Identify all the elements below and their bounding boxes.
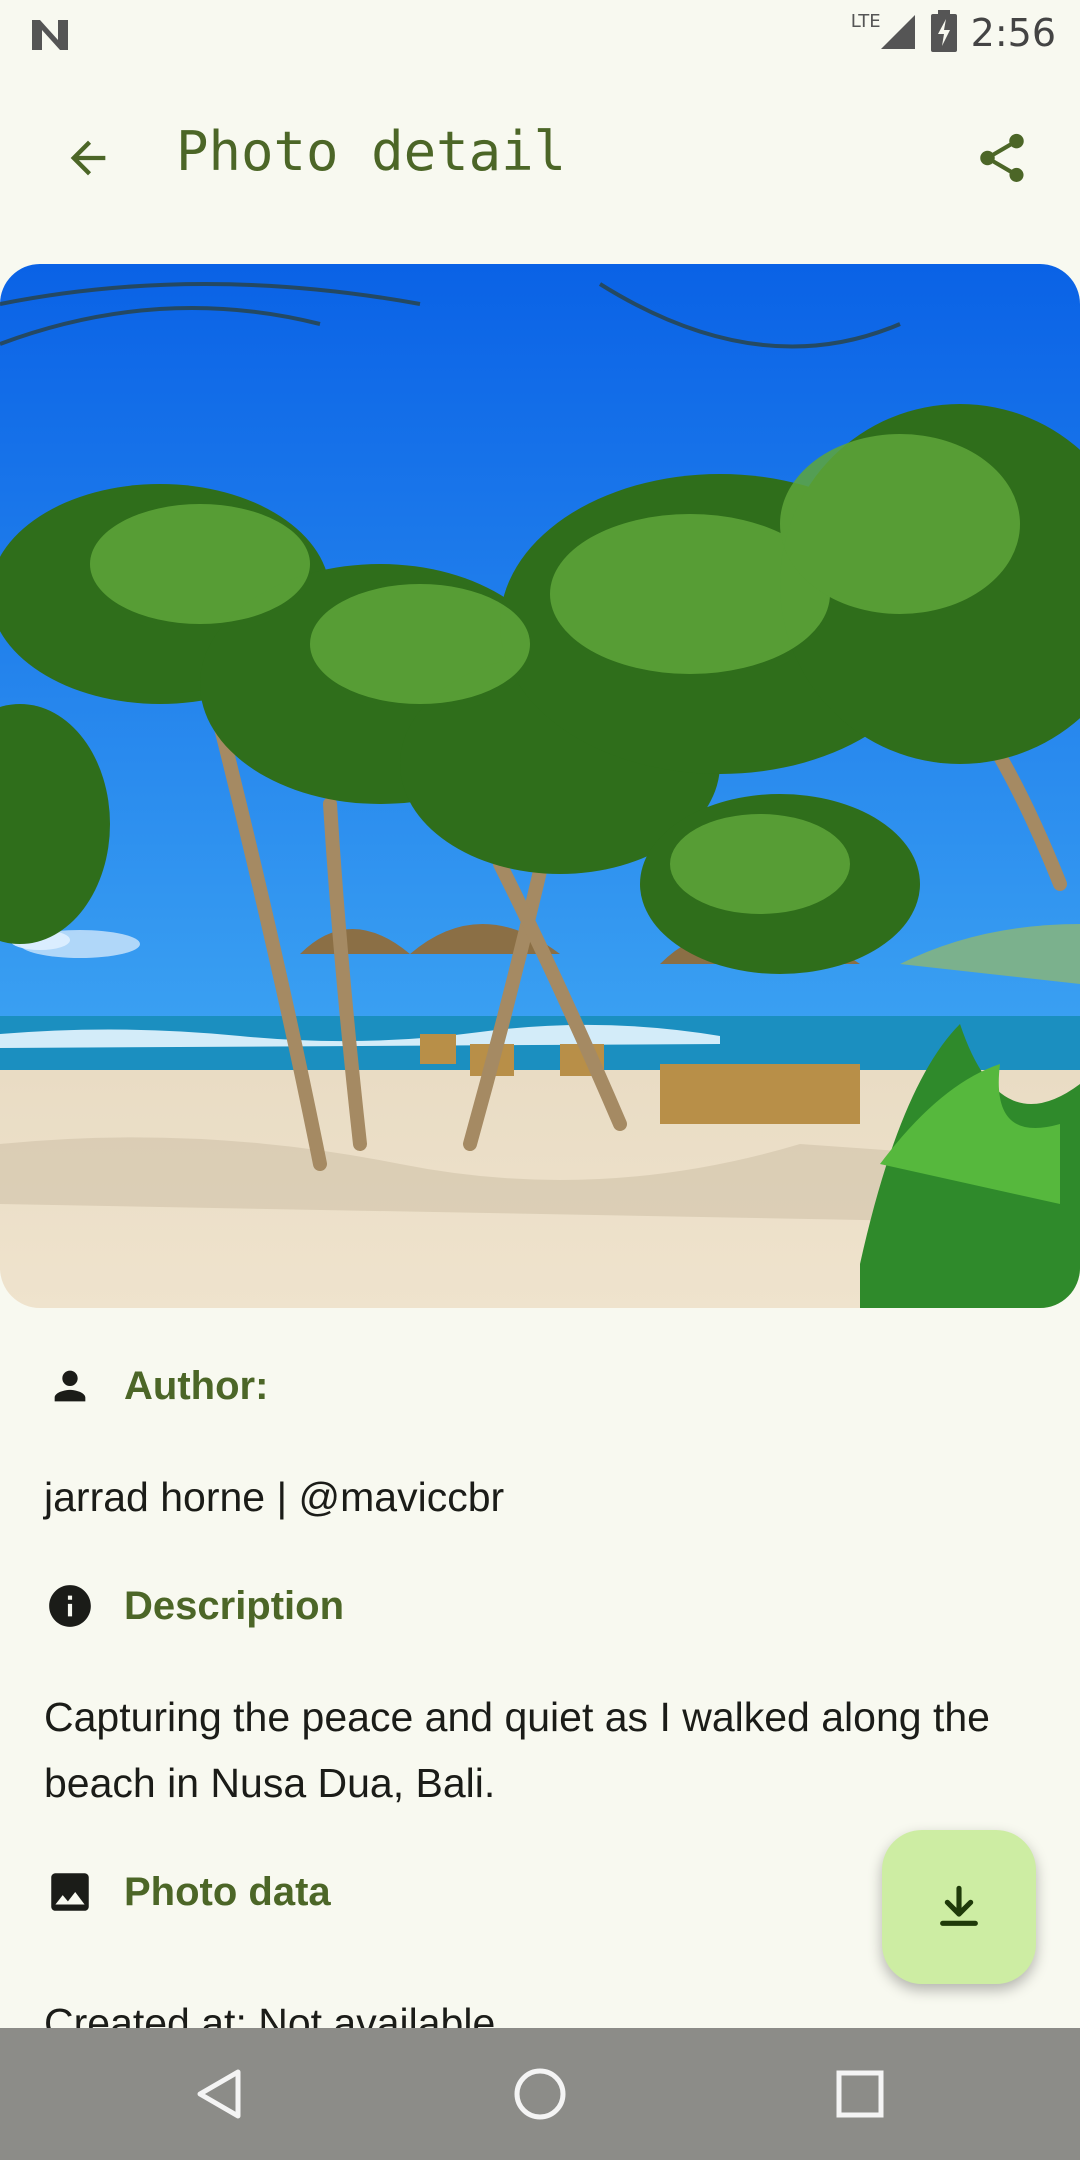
download-icon xyxy=(940,1885,978,1926)
nav-home-button[interactable] xyxy=(504,2058,576,2130)
share-button[interactable] xyxy=(960,116,1044,200)
info-icon xyxy=(44,1580,96,1632)
signal-icon xyxy=(877,11,917,56)
description-value: Capturing the peace and quiet as I walke… xyxy=(44,1694,990,1806)
back-arrow-icon xyxy=(70,140,106,176)
photo-data-title: Photo data xyxy=(124,1869,331,1914)
share-icon xyxy=(980,133,1024,182)
author-value: jarrad horne | @maviccbr xyxy=(44,1474,505,1520)
battery-charging-icon xyxy=(930,9,957,57)
nav-back-icon xyxy=(197,2069,241,2119)
nav-recents-icon xyxy=(836,2070,884,2118)
n-logo-icon xyxy=(28,14,72,54)
system-nav-bar xyxy=(0,2028,1080,2160)
nav-recents-button[interactable] xyxy=(824,2058,896,2130)
author-title: Author: xyxy=(124,1363,269,1408)
image-icon xyxy=(44,1866,96,1918)
page-title: Photo detail xyxy=(176,120,567,183)
photo[interactable] xyxy=(0,264,1080,1308)
nav-back-button[interactable] xyxy=(184,2058,256,2130)
clock: 2:56 xyxy=(970,11,1056,55)
status-bar: LTE 2:56 xyxy=(0,0,1080,66)
author-section-header: Author: xyxy=(44,1360,268,1412)
photo-data-section-header: Photo data xyxy=(44,1866,331,1918)
nav-home-icon xyxy=(514,2068,566,2120)
lte-icon: LTE xyxy=(850,10,881,32)
app-bar: Photo detail xyxy=(0,80,1080,220)
description-title: Description xyxy=(124,1583,345,1628)
person-icon xyxy=(44,1360,96,1412)
description-section-header: Description xyxy=(44,1580,344,1632)
back-button[interactable] xyxy=(46,116,130,200)
download-button[interactable] xyxy=(882,1830,1036,1984)
